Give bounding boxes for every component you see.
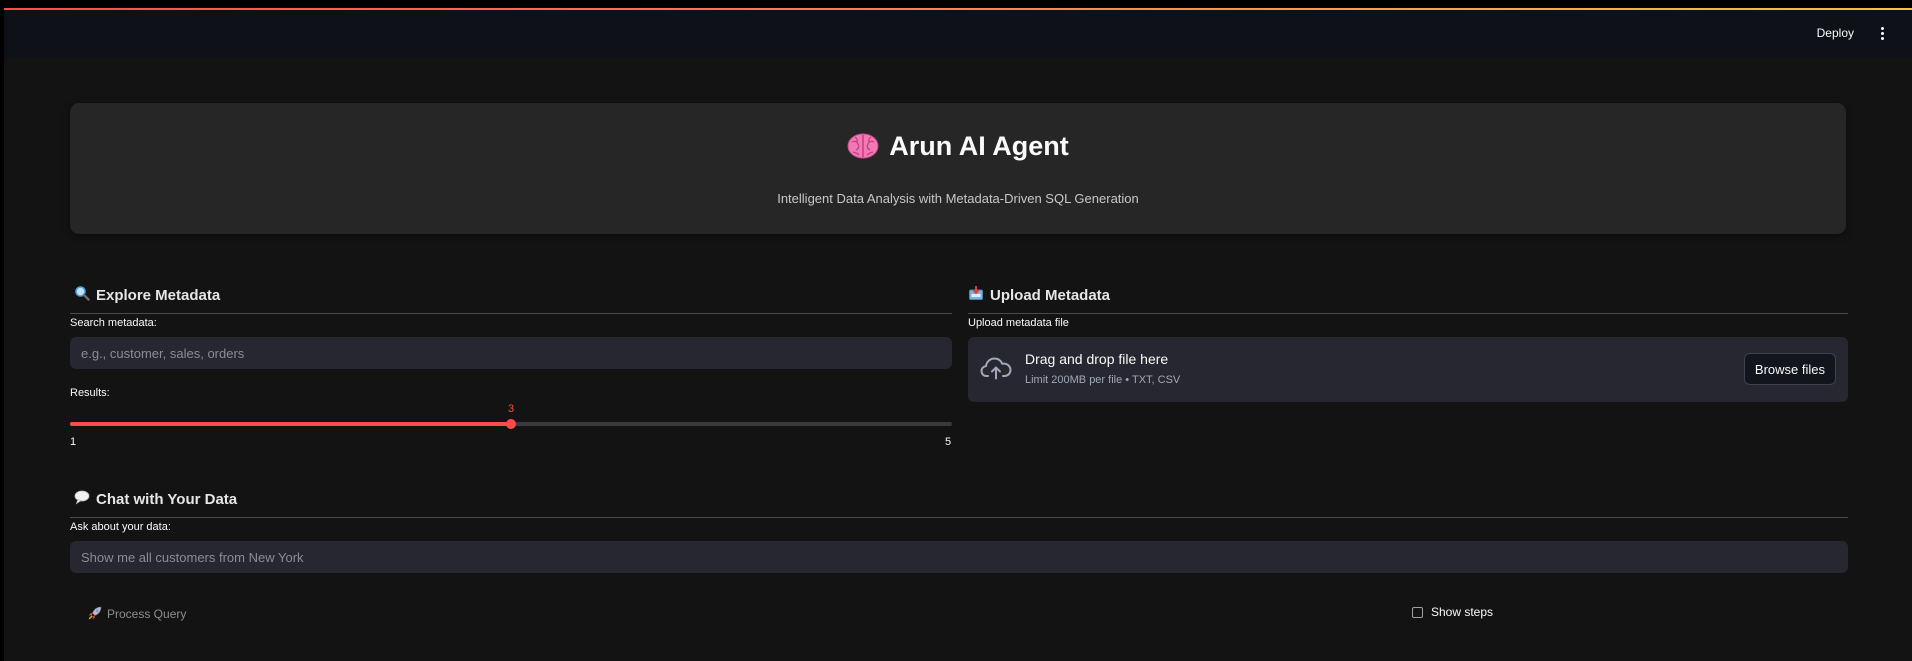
upload-file-label: Upload metadata file [968, 317, 1069, 329]
dropzone-title: Drag and drop file here [1025, 351, 1169, 367]
slider-fill [70, 422, 511, 426]
rocket-icon [88, 606, 102, 623]
page-title-row: Arun AI Agent [70, 131, 1846, 167]
results-label: Results: [70, 387, 110, 399]
app-main: Deploy Arun AI Agent Intelligent Data An… [4, 10, 1912, 661]
chat-title-text: Chat with Your Data [96, 490, 238, 508]
results-slider[interactable]: 3 [70, 403, 952, 429]
hero-card: Arun AI Agent Intelligent Data Analysis … [70, 103, 1846, 234]
explore-section-title: Explore Metadata [74, 285, 220, 305]
slider-thumb[interactable] [506, 419, 516, 429]
slider-max-label: 5 [945, 436, 952, 448]
upload-divider [968, 313, 1848, 314]
slider-value-label: 3 [507, 403, 515, 415]
header-bar: Deploy [4, 10, 1912, 58]
dropzone-limit-text: Limit 200MB per file • TXT, CSV [1025, 374, 1181, 386]
deploy-button[interactable]: Deploy [1813, 24, 1858, 42]
page-title: Arun AI Agent [889, 131, 1069, 161]
brain-icon [847, 132, 879, 167]
chat-section-title: Chat with Your Data [74, 489, 237, 509]
browse-files-button[interactable]: Browse files [1743, 353, 1836, 385]
ask-data-label: Ask about your data: [70, 521, 171, 533]
inbox-tray-icon [968, 285, 984, 305]
search-metadata-label: Search metadata: [70, 317, 157, 329]
show-steps-checkbox[interactable]: Show steps [1412, 605, 1493, 619]
app-window: Deploy Arun AI Agent Intelligent Data An… [0, 0, 1912, 661]
ask-data-input[interactable] [70, 541, 1848, 573]
page-subtitle: Intelligent Data Analysis with Metadata-… [777, 191, 1139, 206]
upload-section-title: Upload Metadata [968, 285, 1110, 305]
chat-divider [70, 517, 1848, 518]
file-dropzone[interactable]: Drag and drop file here Limit 200MB per … [968, 337, 1848, 402]
show-steps-label: Show steps [1431, 605, 1494, 619]
process-query-button[interactable]: Process Query [80, 603, 194, 625]
search-metadata-input[interactable] [70, 337, 952, 369]
process-query-label: Process Query [107, 607, 187, 621]
explore-divider [70, 313, 952, 314]
speech-bubble-icon [74, 489, 90, 509]
upload-title-text: Upload Metadata [990, 286, 1111, 304]
magnifier-icon [74, 285, 90, 305]
slider-min-label: 1 [70, 436, 77, 448]
explore-title-text: Explore Metadata [96, 286, 221, 304]
cloud-upload-icon [980, 355, 1012, 385]
vertical-ellipsis-icon[interactable] [1874, 22, 1890, 44]
checkbox-box[interactable] [1412, 606, 1423, 618]
